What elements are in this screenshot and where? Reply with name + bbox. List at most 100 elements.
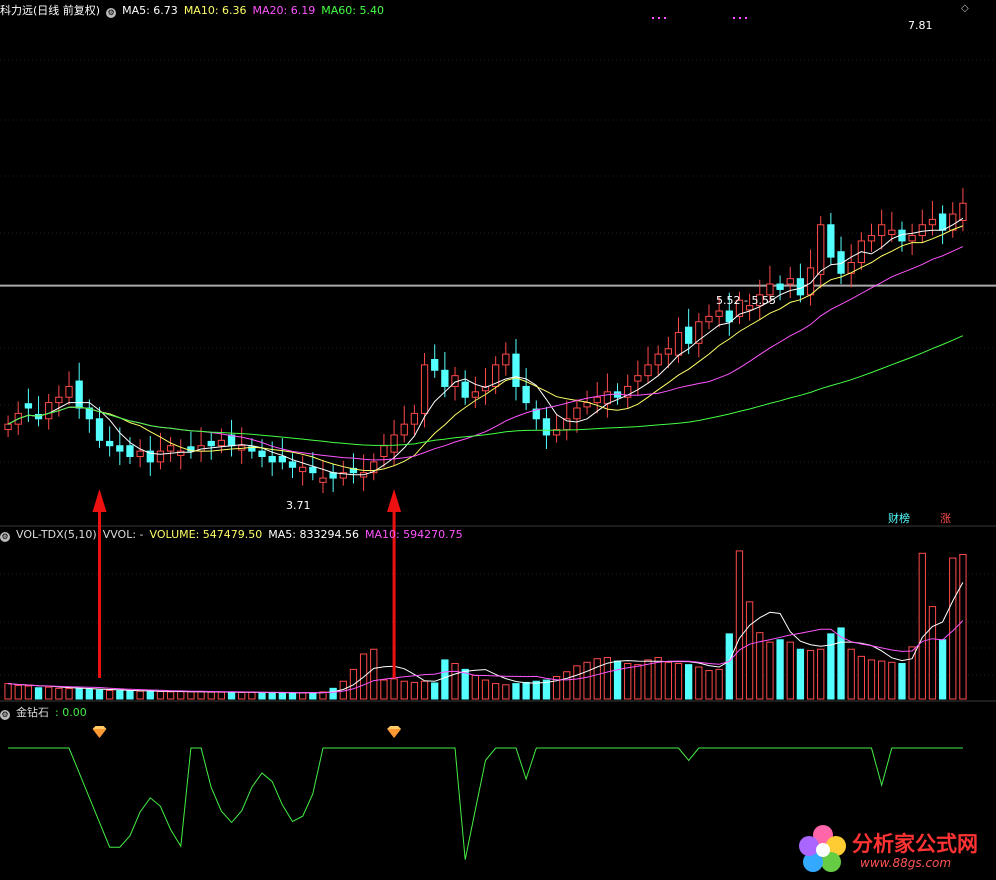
fund-tag[interactable]: 财榜 bbox=[888, 512, 910, 526]
event-marker bbox=[733, 17, 735, 19]
candle-down bbox=[106, 440, 114, 447]
watermark-url: www.88gs.com bbox=[860, 856, 952, 870]
volume-bar-down bbox=[116, 690, 124, 700]
volume-bar-up bbox=[847, 648, 855, 700]
candle-down bbox=[309, 466, 317, 474]
volume-bar-up bbox=[471, 674, 479, 700]
volume-bar-up bbox=[735, 550, 744, 700]
diamond-info-row: ⚙ 金钻石: 0.00 bbox=[0, 704, 93, 720]
volume-bar-down bbox=[685, 664, 693, 700]
chart-canvas[interactable] bbox=[0, 0, 996, 880]
candle-up bbox=[380, 445, 388, 458]
volume-bar-up bbox=[14, 684, 22, 700]
volume-bar-down bbox=[126, 690, 134, 700]
volume-bar-up bbox=[187, 691, 195, 700]
volume-bar-up bbox=[593, 658, 601, 700]
volume-bar-up bbox=[380, 679, 388, 700]
candle-up bbox=[400, 423, 408, 436]
volume-bar-up bbox=[156, 691, 165, 700]
candle-up bbox=[867, 235, 876, 242]
candle-up bbox=[471, 391, 479, 398]
candle-up bbox=[644, 364, 652, 377]
volume-bar-up bbox=[481, 679, 490, 700]
candle-up bbox=[156, 450, 165, 463]
candle-up bbox=[4, 423, 12, 431]
volume-bar-up bbox=[888, 661, 896, 700]
candle-up bbox=[166, 445, 175, 452]
volume-bar-up bbox=[299, 692, 307, 700]
range-label: 5.52 - 5.55 bbox=[716, 294, 776, 307]
vol-ma5-label: MA5: 833294.56 bbox=[268, 528, 359, 541]
volume-bar-up bbox=[857, 655, 865, 700]
diamond-marker-icon bbox=[387, 729, 402, 738]
candle-up bbox=[319, 477, 327, 483]
volume-bar-down bbox=[827, 633, 835, 700]
rise-tag[interactable]: 涨 bbox=[940, 512, 951, 526]
volume-bar-down bbox=[258, 692, 266, 700]
diamond-value: : 0.00 bbox=[55, 706, 87, 719]
candle-down bbox=[288, 461, 297, 468]
volume-bar-down bbox=[75, 688, 83, 700]
volume-bar-up bbox=[624, 662, 632, 700]
volume-info-row: ⚙ VOL-TDX(5,10) VVOL: - VOLUME: 547479.50 MA… bbox=[0, 528, 469, 542]
volume-bar-up bbox=[197, 691, 205, 700]
diamond-marker-icon bbox=[387, 726, 402, 729]
volume-bar-down bbox=[837, 627, 845, 700]
volume-bar-up bbox=[918, 552, 926, 700]
candle-up bbox=[674, 332, 683, 356]
volume-bar-up bbox=[817, 648, 825, 700]
candle-up bbox=[55, 396, 63, 404]
volume-bar-down bbox=[146, 690, 154, 700]
ma60-label: MA60: 5.40 bbox=[321, 4, 384, 17]
candle-up bbox=[918, 224, 926, 237]
volume-bar-up bbox=[766, 641, 774, 700]
candle-down bbox=[441, 369, 449, 387]
candle-up bbox=[634, 375, 642, 382]
volume-bar-up bbox=[492, 683, 500, 700]
volume-bar-down bbox=[227, 691, 236, 700]
volume-bar-down bbox=[441, 659, 449, 700]
candle-down bbox=[207, 440, 215, 447]
ma10-label: MA10: 6.36 bbox=[183, 4, 247, 17]
volume-bar-up bbox=[786, 641, 794, 700]
candle-up bbox=[715, 310, 723, 317]
volume-bar-up bbox=[715, 668, 723, 700]
vol-ma10-label: MA10: 594270.75 bbox=[364, 528, 463, 541]
volume-bar-up bbox=[654, 657, 662, 700]
candle-down bbox=[268, 456, 276, 463]
volume-bar-up bbox=[563, 671, 571, 700]
flower-logo-icon bbox=[799, 825, 846, 872]
candle-down bbox=[75, 380, 83, 409]
candle-up bbox=[959, 202, 967, 221]
volume-bar-up bbox=[451, 662, 459, 700]
candle-down bbox=[258, 450, 266, 458]
candle-down bbox=[512, 353, 520, 387]
volume-bar-up bbox=[674, 662, 683, 700]
volume-bar-up bbox=[24, 685, 33, 700]
gear-icon[interactable]: ⚙ bbox=[0, 532, 10, 542]
event-marker bbox=[745, 17, 747, 19]
volume-bar-up bbox=[583, 661, 591, 700]
gear-icon[interactable]: ⚙ bbox=[0, 710, 10, 720]
candle-up bbox=[593, 396, 601, 404]
candle-up bbox=[806, 267, 815, 296]
candle-down bbox=[329, 472, 337, 479]
candle-up bbox=[705, 315, 713, 323]
volume-bar-up bbox=[390, 678, 398, 700]
candle-down bbox=[431, 359, 439, 371]
expand-icon[interactable]: ◇ bbox=[961, 2, 969, 16]
low-price-label: 3.71 bbox=[286, 499, 311, 512]
volume-bar-up bbox=[106, 689, 114, 700]
volume-bar-up bbox=[745, 601, 754, 700]
candle-up bbox=[664, 348, 672, 355]
gear-icon[interactable]: ⚙ bbox=[106, 8, 117, 18]
volume-bar-up bbox=[370, 648, 378, 700]
volume-bar-up bbox=[867, 659, 876, 700]
high-price-label: 7.81 bbox=[908, 19, 933, 32]
candle-down bbox=[827, 224, 835, 258]
candle-up bbox=[65, 385, 73, 398]
candle-down bbox=[461, 381, 469, 398]
candle-up bbox=[654, 353, 662, 366]
candle-down bbox=[938, 213, 947, 231]
candle-down bbox=[542, 418, 551, 436]
